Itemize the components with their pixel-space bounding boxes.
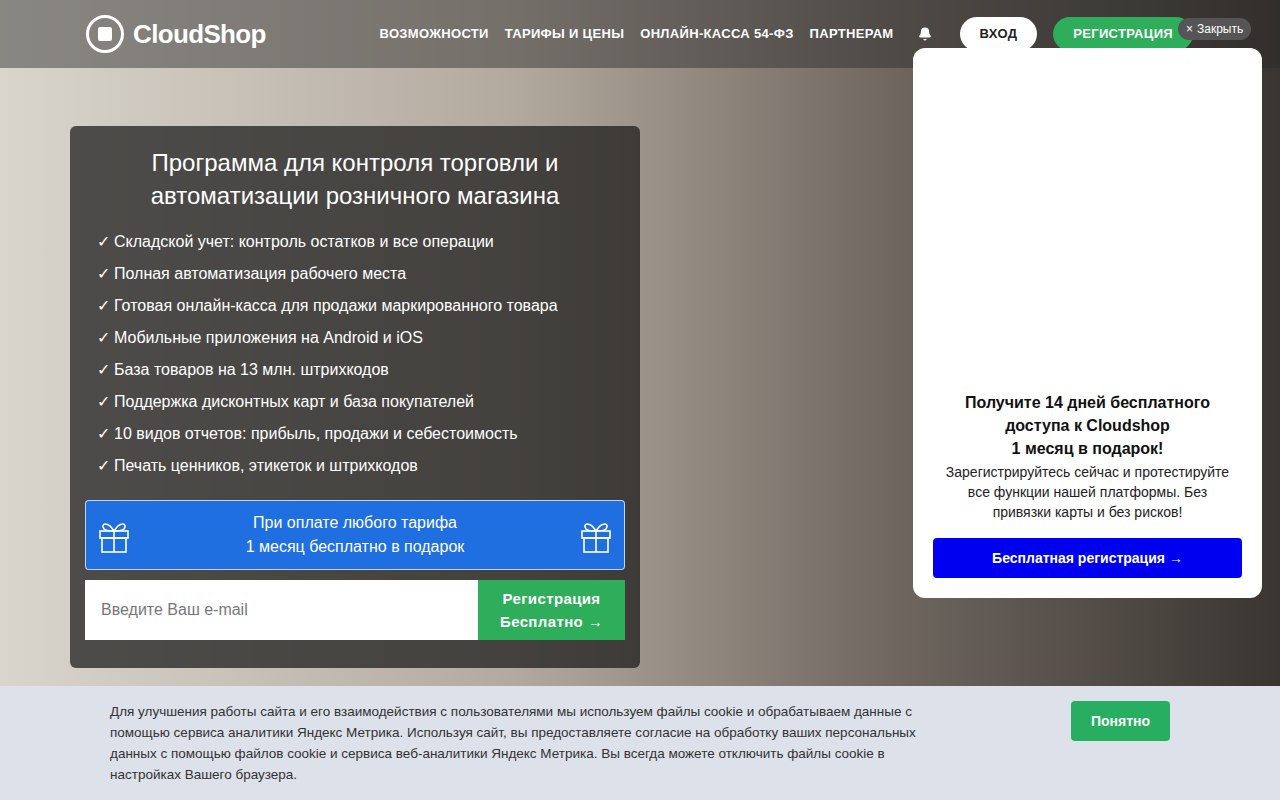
signup-form: РегистрацияБесплатно → [85, 580, 625, 640]
feature-item: ✓Поддержка дисконтных карт и база покупа… [97, 386, 640, 418]
logo-icon [85, 14, 125, 54]
login-button[interactable]: ВХОД [960, 17, 1038, 51]
popup-title: Получите 14 дней бесплатногодоступа к Cl… [933, 391, 1242, 460]
nav-item[interactable]: ТАРИФЫ И ЦЕНЫ [505, 24, 624, 44]
feature-list: ✓Складской учет: контроль остатков и все… [70, 226, 640, 482]
page: CloudShop ВОЗМОЖНОСТИ ТАРИФЫ И ЦЕНЫ ОНЛАЙН-… [0, 0, 1280, 800]
nav-item[interactable]: ПАРТНЕРАМ [810, 24, 894, 44]
feature-item: ✓Полная автоматизация рабочего места [97, 258, 640, 290]
cookie-accept-button[interactable]: Понятно [1071, 701, 1170, 741]
hero-title: Программа для контроля торговли иавтомат… [70, 146, 640, 212]
feature-item: ✓Мобильные приложения на Android и iOS [97, 322, 640, 354]
feature-item: ✓10 видов отчетов: прибыль, продажи и се… [97, 418, 640, 450]
feature-item: ✓База товаров на 13 млн. штрихкодов [97, 354, 640, 386]
close-chip[interactable]: ×Закрыть [1178, 18, 1251, 40]
bell-icon[interactable] [918, 27, 932, 41]
cookie-text: Для улучшения работы сайта и его взаимод… [110, 701, 950, 785]
register-button[interactable]: РЕГИСТРАЦИЯ [1053, 17, 1193, 51]
feature-item: ✓Складской учет: контроль остатков и все… [97, 226, 640, 258]
popup-register-button[interactable]: Бесплатная регистрация → [933, 538, 1242, 578]
hero-card: Программа для контроля торговли иавтомат… [70, 126, 640, 668]
cookie-bar: Для улучшения работы сайта и его взаимод… [0, 686, 1280, 800]
gift-icon [94, 515, 134, 555]
nav: ВОЗМОЖНОСТИ ТАРИФЫ И ЦЕНЫ ОНЛАЙН-КАССА 54-… [380, 17, 1194, 51]
popup-text: Зарегистрируйтесь сейчас и протестируйте… [933, 462, 1242, 522]
feature-item: ✓Печать ценников, этикеток и штрихкодов [97, 450, 640, 482]
logo[interactable]: CloudShop [85, 14, 266, 54]
signup-button[interactable]: РегистрацияБесплатно → [478, 580, 625, 640]
promo-banner: При оплате любого тарифа1 месяц бесплатн… [85, 500, 625, 570]
nav-item[interactable]: ОНЛАЙН-КАССА 54-ФЗ [640, 24, 793, 44]
email-input[interactable] [85, 580, 478, 640]
feature-item: ✓Готовая онлайн-касса для продажи маркир… [97, 290, 640, 322]
gift-icon [576, 515, 616, 555]
promo-popup: Получите 14 дней бесплатногодоступа к Cl… [913, 48, 1262, 598]
nav-item[interactable]: ВОЗМОЖНОСТИ [380, 24, 489, 44]
